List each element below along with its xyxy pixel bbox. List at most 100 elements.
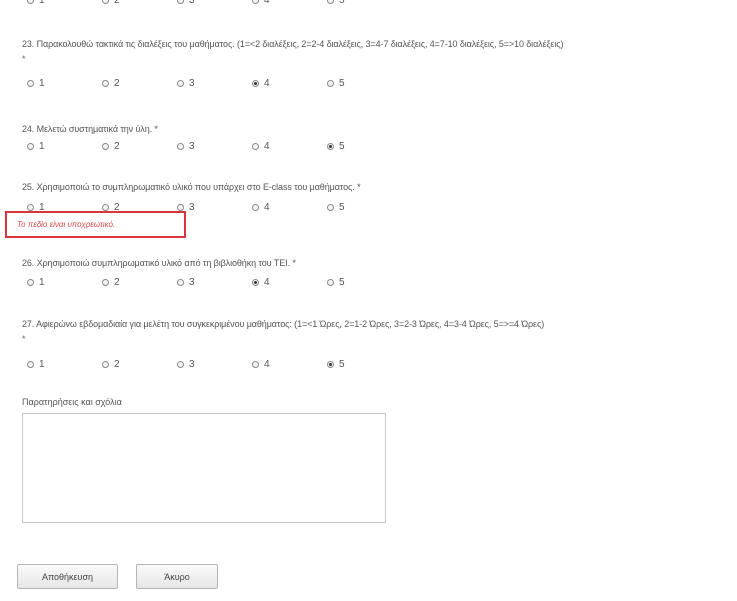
- option-q26-5[interactable]: 5: [327, 275, 345, 289]
- required-marker: *: [22, 54, 26, 64]
- option-q27-3[interactable]: 3: [177, 357, 195, 371]
- option-q26-3[interactable]: 3: [177, 275, 195, 289]
- radio-button-selected[interactable]: [252, 278, 259, 286]
- radio-row-q26: 1 2 3 4 5: [27, 275, 447, 289]
- option-label: 2: [114, 276, 120, 288]
- option-label: 2: [114, 77, 120, 89]
- radio-button-selected[interactable]: [327, 142, 334, 150]
- radio-row-q23: 1 2 3 4 5: [27, 76, 447, 90]
- radio-button[interactable]: [327, 79, 334, 87]
- radio-button[interactable]: [27, 360, 34, 368]
- option-label: 1: [39, 276, 45, 288]
- option-label: 3: [189, 0, 195, 6]
- radio-row-q22: 1 2 3 4 5: [27, 0, 447, 7]
- option-q24-4[interactable]: 4: [252, 139, 270, 153]
- option-q27-2[interactable]: 2: [102, 357, 120, 371]
- option-q25-5[interactable]: 5: [327, 200, 345, 214]
- radio-button[interactable]: [177, 203, 184, 211]
- option-label: 4: [264, 276, 270, 288]
- option-label: 1: [39, 0, 45, 6]
- option-q26-4[interactable]: 4: [252, 275, 270, 289]
- option-label: 3: [189, 201, 195, 213]
- radio-button[interactable]: [27, 142, 34, 150]
- question-25-text: 25. Χρησιμοποιώ το συμπληρωματικό υλικό …: [22, 182, 361, 192]
- radio-button[interactable]: [27, 278, 34, 286]
- radio-button[interactable]: [252, 360, 259, 368]
- option-label: 3: [189, 276, 195, 288]
- option-label: 4: [264, 77, 270, 89]
- radio-button[interactable]: [252, 0, 259, 4]
- option-q23-1[interactable]: 1: [27, 76, 45, 90]
- option-label: 5: [339, 140, 345, 152]
- radio-button[interactable]: [252, 203, 259, 211]
- option-label: 1: [39, 140, 45, 152]
- option-q27-4[interactable]: 4: [252, 357, 270, 371]
- option-q24-3[interactable]: 3: [177, 139, 195, 153]
- radio-button[interactable]: [102, 203, 109, 211]
- radio-button[interactable]: [177, 360, 184, 368]
- radio-button[interactable]: [27, 203, 34, 211]
- option-label: 3: [189, 77, 195, 89]
- option-q24-5[interactable]: 5: [327, 139, 345, 153]
- radio-button[interactable]: [102, 142, 109, 150]
- comments-label: Παρατηρήσεις και σχόλια: [22, 397, 122, 407]
- option-q23-4[interactable]: 4: [252, 76, 270, 90]
- option-q22-3[interactable]: 3: [177, 0, 195, 7]
- option-label: 5: [339, 0, 345, 6]
- question-23-text: 23. Παρακολουθώ τακτικά τις διαλέξεις το…: [22, 39, 564, 49]
- radio-button-selected[interactable]: [252, 79, 259, 87]
- radio-button[interactable]: [252, 142, 259, 150]
- option-label: 2: [114, 140, 120, 152]
- option-q22-1[interactable]: 1: [27, 0, 45, 7]
- option-label: 1: [39, 77, 45, 89]
- comments-textarea[interactable]: [22, 413, 386, 523]
- option-label: 4: [264, 140, 270, 152]
- option-q26-2[interactable]: 2: [102, 275, 120, 289]
- option-q27-1[interactable]: 1: [27, 357, 45, 371]
- radio-button[interactable]: [327, 0, 334, 4]
- option-q23-2[interactable]: 2: [102, 76, 120, 90]
- radio-button[interactable]: [27, 79, 34, 87]
- radio-button[interactable]: [327, 278, 334, 286]
- radio-button[interactable]: [102, 360, 109, 368]
- radio-button[interactable]: [177, 278, 184, 286]
- radio-button[interactable]: [102, 0, 109, 4]
- question-27-text: 27. Αφιερώνω εβδομαδιαία για μελέτη του …: [22, 319, 545, 329]
- radio-button[interactable]: [102, 79, 109, 87]
- option-label: 2: [114, 0, 120, 6]
- save-button[interactable]: Αποθήκευση: [17, 564, 118, 589]
- radio-row-q24: 1 2 3 4 5: [27, 139, 447, 153]
- survey-form: 1 2 3 4 5 23. Παρακολουθώ τακτικά τις δι…: [0, 0, 737, 601]
- radio-button[interactable]: [177, 0, 184, 4]
- option-q23-5[interactable]: 5: [327, 76, 345, 90]
- option-label: 4: [264, 358, 270, 370]
- question-26-text: 26. Χρησιμοποιώ συμπληρωματικό υλικό από…: [22, 258, 296, 268]
- option-q22-4[interactable]: 4: [252, 0, 270, 7]
- option-label: 1: [39, 358, 45, 370]
- required-marker: *: [22, 334, 26, 344]
- radio-button[interactable]: [102, 278, 109, 286]
- radio-button[interactable]: [177, 79, 184, 87]
- radio-row-q27: 1 2 3 4 5: [27, 357, 447, 371]
- option-q23-3[interactable]: 3: [177, 76, 195, 90]
- option-q25-4[interactable]: 4: [252, 200, 270, 214]
- option-q26-1[interactable]: 1: [27, 275, 45, 289]
- option-q22-2[interactable]: 2: [102, 0, 120, 7]
- radio-button[interactable]: [177, 142, 184, 150]
- option-label: 4: [264, 0, 270, 6]
- validation-error-message: Το πεδίο είναι υποχρεωτικό.: [17, 220, 116, 229]
- radio-button[interactable]: [327, 203, 334, 211]
- option-q22-5[interactable]: 5: [327, 0, 345, 7]
- cancel-button[interactable]: Άκυρο: [136, 564, 218, 589]
- question-24-text: 24. Μελετώ συστηματικά την ύλη. *: [22, 124, 158, 134]
- radio-button-selected[interactable]: [327, 360, 334, 368]
- option-label: 4: [264, 201, 270, 213]
- option-label: 5: [339, 77, 345, 89]
- option-q24-1[interactable]: 1: [27, 139, 45, 153]
- option-label: 5: [339, 358, 345, 370]
- radio-button[interactable]: [27, 0, 34, 4]
- option-q24-2[interactable]: 2: [102, 139, 120, 153]
- option-q27-5[interactable]: 5: [327, 357, 345, 371]
- option-label: 5: [339, 201, 345, 213]
- option-label: 5: [339, 276, 345, 288]
